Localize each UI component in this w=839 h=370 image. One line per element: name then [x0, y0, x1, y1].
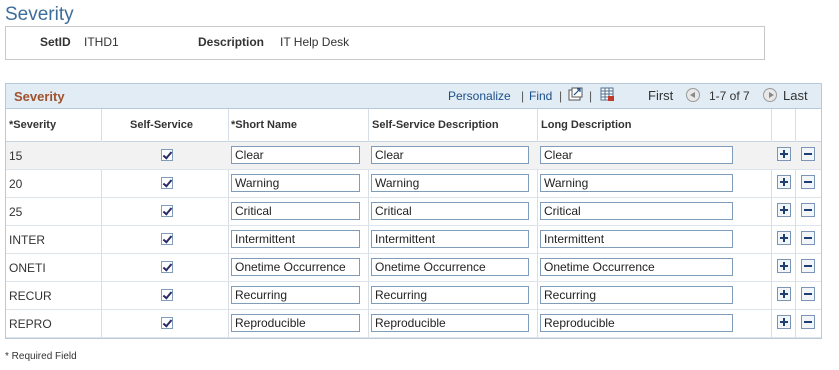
- self-service-description-input[interactable]: [371, 286, 529, 304]
- self-service-checkbox[interactable]: [161, 233, 173, 245]
- table-row: 15: [6, 142, 821, 170]
- delete-row-icon[interactable]: [801, 287, 815, 301]
- separator: |: [559, 89, 563, 103]
- severity-grid: Severity Personalize | Find | | First 1-…: [5, 83, 822, 339]
- delete-row-icon[interactable]: [801, 203, 815, 217]
- col-short-name: *Short Name: [231, 119, 298, 131]
- col-self-service-description: Self-Service Description: [372, 119, 499, 131]
- find-link[interactable]: Find: [529, 89, 552, 103]
- short-name-input[interactable]: [231, 174, 360, 192]
- short-name-input[interactable]: [231, 146, 360, 164]
- self-service-checkbox[interactable]: [161, 149, 173, 161]
- short-name-input[interactable]: [231, 230, 360, 248]
- page-title: Severity: [5, 4, 74, 25]
- long-description-input[interactable]: [540, 174, 733, 192]
- description-label: Description: [198, 35, 265, 49]
- add-row-icon[interactable]: [777, 203, 791, 217]
- severity-value: 25: [9, 205, 23, 219]
- previous-icon[interactable]: [686, 88, 700, 102]
- severity-value: RECUR: [9, 289, 52, 303]
- separator: |: [589, 89, 593, 103]
- table-row: INTER: [6, 226, 821, 254]
- row-range: 1-7 of 7: [709, 89, 750, 103]
- first-label: First: [648, 88, 674, 103]
- long-description-input[interactable]: [540, 314, 733, 332]
- self-service-checkbox[interactable]: [161, 261, 173, 273]
- table-row: 20: [6, 170, 821, 198]
- severity-value: INTER: [9, 233, 45, 247]
- table-row: RECUR: [6, 282, 821, 310]
- self-service-checkbox[interactable]: [161, 205, 173, 217]
- short-name-input[interactable]: [231, 258, 360, 276]
- col-severity: *Severity: [9, 119, 57, 131]
- short-name-input[interactable]: [231, 314, 360, 332]
- grid-navigation-bar: Severity Personalize | Find | | First 1-…: [6, 84, 821, 109]
- delete-row-icon[interactable]: [801, 315, 815, 329]
- self-service-description-input[interactable]: [371, 146, 529, 164]
- description-value: IT Help Desk: [280, 35, 350, 49]
- self-service-checkbox[interactable]: [161, 289, 173, 301]
- setid-label: SetID: [40, 35, 71, 49]
- setid-value: ITHD1: [84, 35, 119, 49]
- view-all-icon[interactable]: [568, 87, 583, 102]
- self-service-checkbox[interactable]: [161, 177, 173, 189]
- add-row-icon[interactable]: [777, 259, 791, 273]
- col-long-description: Long Description: [541, 119, 632, 131]
- self-service-description-input[interactable]: [371, 202, 529, 220]
- self-service-description-input[interactable]: [371, 258, 529, 276]
- long-description-input[interactable]: [540, 230, 733, 248]
- severity-value: 15: [9, 149, 23, 163]
- long-description-input[interactable]: [540, 258, 733, 276]
- col-self-service: Self-Service: [130, 119, 193, 131]
- grid-title: Severity: [14, 89, 65, 104]
- severity-value: 20: [9, 177, 23, 191]
- add-row-icon[interactable]: [777, 315, 791, 329]
- add-row-icon[interactable]: [777, 147, 791, 161]
- self-service-description-input[interactable]: [371, 230, 529, 248]
- personalize-link[interactable]: Personalize: [448, 89, 511, 103]
- short-name-input[interactable]: [231, 202, 360, 220]
- add-row-icon[interactable]: [777, 231, 791, 245]
- delete-row-icon[interactable]: [801, 147, 815, 161]
- long-description-input[interactable]: [540, 286, 733, 304]
- long-description-input[interactable]: [540, 202, 733, 220]
- severity-value: ONETI: [9, 261, 46, 275]
- add-row-icon[interactable]: [777, 175, 791, 189]
- delete-row-icon[interactable]: [801, 231, 815, 245]
- self-service-checkbox[interactable]: [161, 317, 173, 329]
- table-row: 25: [6, 198, 821, 226]
- short-name-input[interactable]: [231, 286, 360, 304]
- required-field-note: * Required Field: [5, 351, 77, 362]
- separator: |: [521, 89, 525, 103]
- delete-row-icon[interactable]: [801, 259, 815, 273]
- table-row: ONETI: [6, 254, 821, 282]
- column-header-row: *Severity Self-Service *Short Name Self-…: [6, 109, 821, 142]
- add-row-icon[interactable]: [777, 287, 791, 301]
- next-icon[interactable]: [763, 88, 777, 102]
- download-excel-icon[interactable]: [600, 87, 615, 102]
- severity-value: REPRO: [9, 317, 52, 331]
- self-service-description-input[interactable]: [371, 314, 529, 332]
- long-description-input[interactable]: [540, 146, 733, 164]
- last-label: Last: [783, 88, 808, 103]
- self-service-description-input[interactable]: [371, 174, 529, 192]
- key-fields-box: SetID ITHD1 Description IT Help Desk: [5, 26, 765, 60]
- delete-row-icon[interactable]: [801, 175, 815, 189]
- table-row: REPRO: [6, 310, 821, 338]
